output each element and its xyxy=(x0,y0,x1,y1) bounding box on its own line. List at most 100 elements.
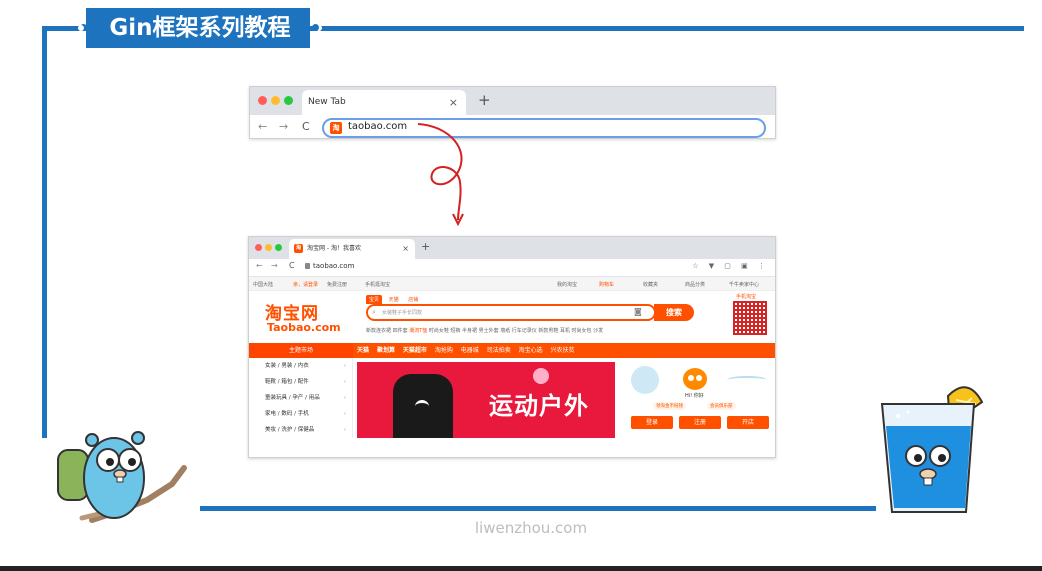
banner-text: 运动户外 xyxy=(489,392,589,420)
category-bar: 主题市场 天猫 聚划算 天猫超市 淘抢购 电器城 司法拍卖 淘宝心选 兴农扶贫 xyxy=(249,343,775,358)
category-link[interactable]: 电器城 xyxy=(461,347,479,354)
new-tab-icon[interactable]: + xyxy=(478,91,491,109)
hot-word-highlight[interactable]: 潮流T恤 xyxy=(409,328,427,334)
maximize-window-icon[interactable] xyxy=(284,96,293,105)
tab-bar: 淘 淘宝网 - 淘！我喜欢 × + xyxy=(249,237,775,259)
nav-bar: ← → C taobao.com ☆ ▼ ▢ ▣ ⋮ xyxy=(249,259,775,277)
gopher-in-glass-icon xyxy=(880,386,984,513)
slide-title: Gin框架系列教程 xyxy=(78,8,322,48)
address-bar[interactable]: 淘 taobao.com xyxy=(322,118,766,138)
hot-words: 新款连衣裙 四件套 潮流T恤 时尚女鞋 短裤 半身裙 男士外套 墙纸 行车记录仪… xyxy=(366,327,603,334)
tab-taobao[interactable]: 淘 淘宝网 - 淘！我喜欢 × xyxy=(289,239,415,259)
register-button[interactable]: 注册 xyxy=(679,416,721,429)
browser-window-after: 淘 淘宝网 - 淘！我喜欢 × + ← → C taobao.com ☆ ▼ ▢… xyxy=(248,236,776,458)
panel-decoration xyxy=(631,366,659,394)
address-text[interactable]: taobao.com xyxy=(313,262,354,270)
tab-title: New Tab xyxy=(308,97,346,107)
mobile-link[interactable]: 手机逛淘宝 xyxy=(365,281,390,288)
taobao-logo-en[interactable]: Taobao.com xyxy=(267,321,341,334)
back-icon[interactable]: ← xyxy=(256,261,263,270)
category-link[interactable]: 兴农扶贫 xyxy=(551,347,575,354)
category-title: 主题市场 xyxy=(249,343,353,358)
qr-code-icon xyxy=(733,301,767,335)
promo-banner[interactable]: 运动户外 xyxy=(357,362,615,438)
category-link[interactable]: 淘宝心选 xyxy=(519,347,543,354)
side-category-item[interactable]: 家电 / 数码 / 手机 xyxy=(249,406,352,422)
toolbar-icons[interactable]: ☆ ▼ ▢ ▣ ⋮ xyxy=(692,262,769,270)
coin-pill[interactable]: 领淘金币抵钱 xyxy=(653,402,686,410)
club-pill[interactable]: 会员俱乐部 xyxy=(707,402,736,410)
main-content: 女装 / 男装 / 内衣 鞋靴 / 箱包 / 配件 童装玩具 / 孕产 / 用品… xyxy=(249,358,775,438)
side-category-item[interactable]: 鞋靴 / 箱包 / 配件 xyxy=(249,374,352,390)
category-link[interactable]: 司法拍卖 xyxy=(487,347,511,354)
bottom-strip xyxy=(0,566,1042,571)
cart-link[interactable]: 购物车 xyxy=(599,281,614,288)
seller-center-link[interactable]: 千牛卖家中心 xyxy=(729,281,759,288)
reload-icon[interactable]: C xyxy=(289,261,295,270)
open-shop-button[interactable]: 开店 xyxy=(727,416,769,429)
taobao-top-nav: 中国大陆 亲，请登录 免费注册 手机逛淘宝 我的淘宝 购物车 收藏夹 商品分类 … xyxy=(249,277,775,291)
category-link[interactable]: 天猫超市 xyxy=(403,347,427,354)
hot-words-part[interactable]: 新款连衣裙 四件套 xyxy=(366,328,408,334)
forward-icon[interactable]: → xyxy=(279,120,288,133)
new-tab-icon[interactable]: + xyxy=(421,240,430,253)
side-category-item[interactable]: 美妆 / 洗护 / 保健品 xyxy=(249,422,352,438)
user-greeting: Hi! 你好 xyxy=(685,393,704,399)
side-category-item[interactable]: 童装玩具 / 孕产 / 用品 xyxy=(249,390,352,406)
taobao-favicon-icon: 淘 xyxy=(330,122,342,134)
categories-link[interactable]: 商品分类 xyxy=(685,281,705,288)
frame-line-bottom xyxy=(200,506,876,511)
panel-wave xyxy=(727,376,767,384)
search-tab-shop[interactable]: 店铺 xyxy=(405,295,421,304)
back-icon[interactable]: ← xyxy=(258,120,267,133)
nav-bar: ← → C 淘 taobao.com xyxy=(250,115,775,140)
gopher-hiker-icon xyxy=(57,431,187,523)
search-icon: ⌕ xyxy=(372,308,376,316)
category-link[interactable]: 淘抢购 xyxy=(435,347,453,354)
taobao-header: 淘宝网 Taobao.com 宝贝 天猫 店铺 ⌕ 女装鞋子手长同款 ◙ 搜索 … xyxy=(249,291,775,343)
side-category-item[interactable]: 女装 / 男装 / 内衣 xyxy=(249,358,352,374)
tab-close-icon[interactable]: × xyxy=(449,90,458,115)
search-tab-item[interactable]: 宝贝 xyxy=(366,295,383,304)
close-window-icon[interactable] xyxy=(258,96,267,105)
tab-new-tab[interactable]: New Tab × xyxy=(302,90,466,115)
hoodie-image xyxy=(393,374,453,438)
category-links: 天猫 聚划算 天猫超市 淘抢购 电器城 司法拍卖 淘宝心选 兴农扶贫 xyxy=(357,343,581,358)
hot-words-part[interactable]: 时尚女鞋 短裤 半身裙 男士外套 墙纸 行车记录仪 新款男鞋 耳机 时尚女包 沙… xyxy=(429,328,603,334)
lock-icon xyxy=(305,263,310,269)
tab-title: 淘宝网 - 淘！我喜欢 xyxy=(307,245,361,252)
camera-icon[interactable]: ◙ xyxy=(634,307,642,316)
maximize-window-icon[interactable] xyxy=(275,244,282,251)
banner-decoration xyxy=(533,368,549,384)
region-link[interactable]: 中国大陆 xyxy=(253,281,273,288)
taobao-favicon-icon: 淘 xyxy=(294,244,303,253)
search-button[interactable]: 搜索 xyxy=(654,304,694,321)
browser-window-before: New Tab × + ← → C 淘 taobao.com xyxy=(249,86,776,139)
user-panel: Hi! 你好 领淘金币抵钱 会员俱乐部 登录 注册 开店 xyxy=(623,362,773,438)
curly-arrow-icon xyxy=(417,123,464,227)
reload-icon[interactable]: C xyxy=(302,120,310,133)
frame-line-left xyxy=(42,26,47,438)
search-input[interactable]: ⌕ 女装鞋子手长同款 ◙ xyxy=(366,304,656,321)
minimize-window-icon[interactable] xyxy=(271,96,280,105)
tab-bar: New Tab × + xyxy=(250,87,775,115)
close-window-icon[interactable] xyxy=(255,244,262,251)
my-taobao-link[interactable]: 我的淘宝 xyxy=(557,281,577,288)
forward-icon[interactable]: → xyxy=(271,261,278,270)
login-button[interactable]: 登录 xyxy=(631,416,673,429)
search-tabs: 宝贝 天猫 店铺 xyxy=(366,295,423,304)
tab-close-icon[interactable]: × xyxy=(402,239,409,259)
favorites-link[interactable]: 收藏夹 xyxy=(643,281,658,288)
side-categories: 女装 / 男装 / 内衣 鞋靴 / 箱包 / 配件 童装玩具 / 孕产 / 用品… xyxy=(249,358,353,438)
address-text: taobao.com xyxy=(348,121,408,132)
search-tab-tmall[interactable]: 天猫 xyxy=(386,295,402,304)
mascot-avatar xyxy=(683,368,707,390)
footer-url: liwenzhou.com xyxy=(474,519,588,537)
title-dot-right xyxy=(312,24,319,31)
category-link[interactable]: 天猫 xyxy=(357,347,369,354)
minimize-window-icon[interactable] xyxy=(265,244,272,251)
search-placeholder: 女装鞋子手长同款 xyxy=(382,310,423,316)
category-link[interactable]: 聚划算 xyxy=(377,347,395,354)
register-link[interactable]: 免费注册 xyxy=(327,281,347,288)
login-link[interactable]: 亲，请登录 xyxy=(293,281,318,288)
